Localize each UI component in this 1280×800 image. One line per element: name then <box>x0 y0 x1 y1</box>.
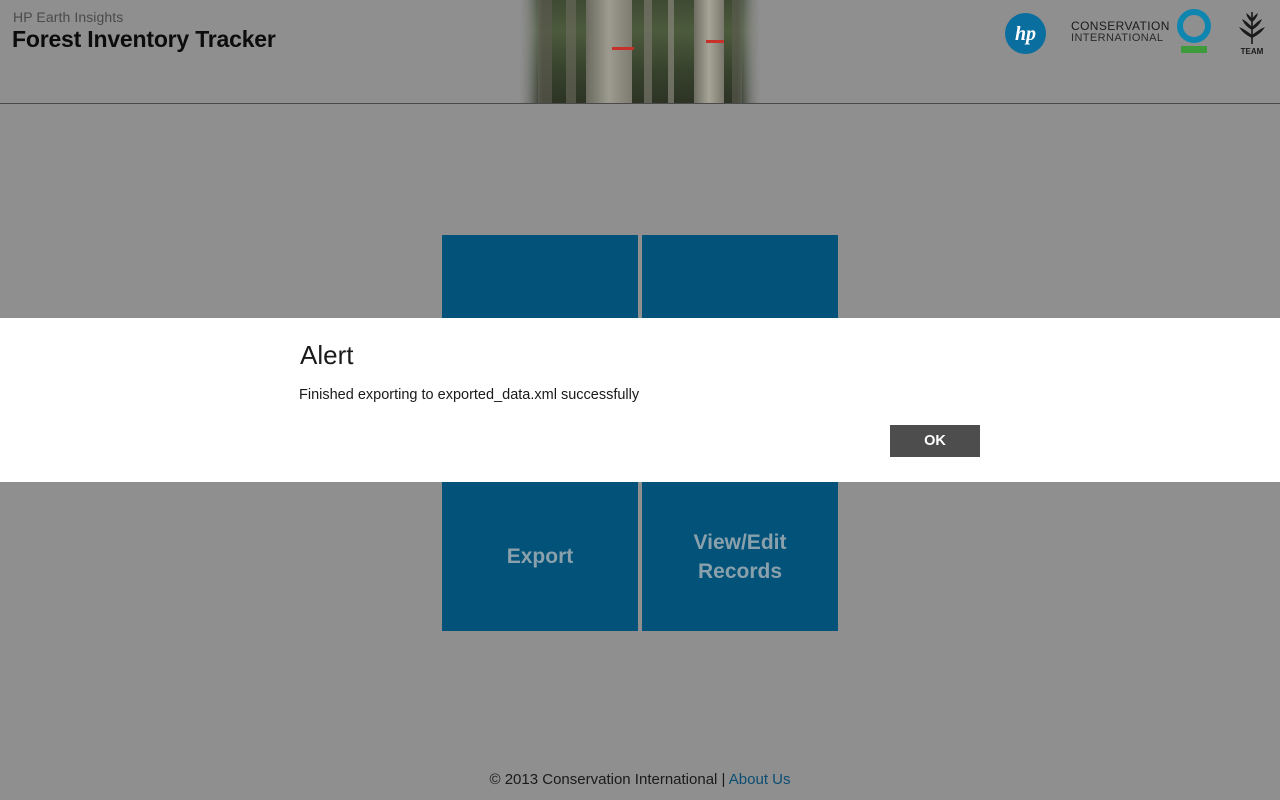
app-header: HP Earth Insights Forest Inventory Track… <box>0 0 1280 104</box>
svg-text:hp: hp <box>1015 23 1036 45</box>
copyright-text: © 2013 Conservation International | <box>489 771 726 788</box>
ok-button[interactable]: OK <box>890 425 980 457</box>
team-logo: TEAM <box>1236 8 1268 56</box>
tile-top-left[interactable] <box>442 235 638 318</box>
alert-message: Finished exporting to exported_data.xml … <box>299 387 640 403</box>
tile-top-right[interactable] <box>642 235 838 318</box>
hp-logo: hp <box>1005 13 1046 54</box>
export-tile[interactable]: Export <box>442 482 638 631</box>
app-subtitle: HP Earth Insights <box>13 9 124 25</box>
export-tile-label: Export <box>506 545 574 568</box>
conservation-international-wordmark: CONSERVATION INTERNATIONAL <box>1071 19 1170 44</box>
conservation-international-logo <box>1177 9 1211 54</box>
footer: © 2013 Conservation International | Abou… <box>0 771 1280 788</box>
svg-text:TEAM: TEAM <box>1241 47 1264 56</box>
alert-dialog: Alert Finished exporting to exported_dat… <box>0 318 1280 482</box>
app-title: Forest Inventory Tracker <box>12 26 276 52</box>
about-us-link[interactable]: About Us <box>729 771 791 788</box>
forest-banner-image <box>518 0 762 103</box>
alert-title: Alert <box>300 340 354 370</box>
view-edit-records-label: View/Edit Records <box>693 530 787 583</box>
view-edit-records-tile[interactable]: View/Edit Records <box>642 482 838 631</box>
